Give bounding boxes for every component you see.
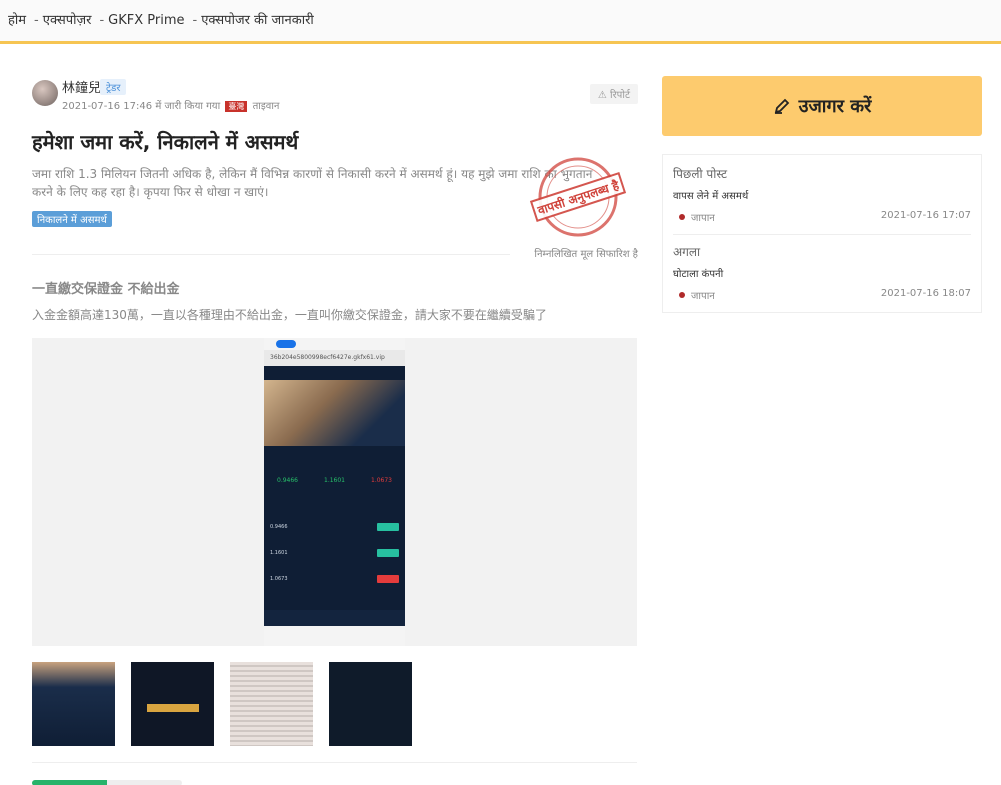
row-value: 1.1601 xyxy=(270,550,288,556)
original-title: 一直繳交保證金 不給出金 xyxy=(32,282,180,297)
phone-rows: 0.9466 1.1601 1.0673 xyxy=(264,514,405,592)
previous-post-location: जापान xyxy=(673,210,715,224)
phone-chart xyxy=(264,380,405,446)
phone-row: 1.1601 xyxy=(264,540,405,566)
thumbnail-1[interactable] xyxy=(32,662,115,746)
previous-post-date: 2021-07-16 17:07 xyxy=(880,210,971,221)
post-description: जमा राशि 1.3 मिलियन जितनी अधिक है, लेकिन… xyxy=(32,167,593,199)
recommend-note: निम्नलिखित मूल सिफारिश है xyxy=(534,249,638,260)
report-button[interactable]: ⚠ रिपोर्ट xyxy=(589,84,638,104)
warning-icon: ⚠ xyxy=(597,90,607,101)
row-chip xyxy=(377,549,399,557)
post-title: हमेशा जमा करें, निकालने में असमर्थ xyxy=(32,130,299,154)
thumbnail-2[interactable] xyxy=(131,662,214,746)
thumbnail-4[interactable] xyxy=(329,662,412,746)
row-value: 1.0673 xyxy=(270,576,288,582)
next-post-meta: जापान 2021-07-16 18:07 xyxy=(673,288,971,302)
region-flag: 臺灣 xyxy=(225,100,248,112)
row-value: 0.9466 xyxy=(270,524,288,530)
time-pill xyxy=(276,340,296,348)
next-post-location: जापान xyxy=(673,288,715,302)
breadcrumb-separator: - xyxy=(99,13,105,28)
next-post-location-text: जापान xyxy=(691,291,715,302)
expose-label: उजागर करें xyxy=(798,96,872,117)
next-post[interactable]: अगला घोटाला कंपनी जापान 2021-07-16 18:07 xyxy=(673,234,971,312)
phone-rates: 0.9466 1.1601 1.0673 xyxy=(264,460,405,500)
post-location: ताइवान xyxy=(252,101,280,112)
location-dot-icon xyxy=(679,214,685,220)
withdrawal-unavailable-stamp: वापसी अनुपलब्ध है xyxy=(529,157,627,237)
score-bar xyxy=(32,780,182,785)
rate-2: 1.1601 xyxy=(324,476,345,484)
post-navigation-card: पिछली पोस्ट वापस लेने में असमर्थ जापान 2… xyxy=(662,154,982,313)
rate-1: 0.9466 xyxy=(277,476,298,484)
report-label: रिपोर्ट xyxy=(610,90,630,101)
author-block: 林鐘兒 ट्रेडर 2021-07-16 17:46 में जारी किय… xyxy=(32,70,638,114)
avatar[interactable] xyxy=(32,80,58,106)
thumbnail-3[interactable] xyxy=(230,662,313,746)
previous-post-label: पिछली पोस्ट xyxy=(673,167,728,181)
next-post-date: 2021-07-16 18:07 xyxy=(880,288,971,299)
post-meta: 2021-07-16 17:46 में जारी किया गया 臺灣 ता… xyxy=(62,98,279,112)
phone-status-bar xyxy=(264,338,405,350)
main-image[interactable]: 36b204e5800998ecf6427e.gkfx61.vip 0.9466… xyxy=(32,338,637,646)
top-bar: होम - एक्सपोज़र - GKFX Prime - एक्सपोजर की जान… xyxy=(0,0,1001,44)
original-text: 入金金額高達130萬，一直以各種理由不給出金，一直叫你繳交保證金，請大家不要在繼… xyxy=(32,308,547,322)
next-post-label: अगला xyxy=(673,245,701,259)
rate-3: 1.0673 xyxy=(371,476,392,484)
phone-row: 1.0673 xyxy=(264,566,405,592)
pen-icon xyxy=(774,98,789,114)
sidebar: उजागर करें पिछली पोस्ट वापस लेने में असम… xyxy=(662,76,982,313)
issued-by-text: में जारी किया गया xyxy=(155,101,221,112)
breadcrumb-home[interactable]: होम xyxy=(8,13,26,28)
post-date: 2021-07-16 17:46 xyxy=(62,101,153,112)
phone-home-bar xyxy=(264,626,405,646)
author-name[interactable]: 林鐘兒 xyxy=(62,77,101,96)
divider xyxy=(32,254,510,255)
previous-post-title[interactable]: वापस लेने में असमर्थ xyxy=(673,188,971,202)
location-dot-icon xyxy=(679,292,685,298)
row-chip xyxy=(377,523,399,531)
phone-url: 36b204e5800998ecf6427e.gkfx61.vip xyxy=(264,350,405,366)
post-main: 林鐘兒 ट्रेडर 2021-07-16 17:46 में जारी किय… xyxy=(32,70,638,785)
breadcrumb: होम - एक्सपोज़र - GKFX Prime - एक्सपोजर की जान… xyxy=(8,10,318,28)
phone-row: 0.9466 xyxy=(264,514,405,540)
previous-post-meta: जापान 2021-07-16 17:07 xyxy=(673,210,971,224)
breadcrumb-separator: - xyxy=(192,13,198,28)
previous-post-location-text: जापान xyxy=(691,213,715,224)
breadcrumb-broker[interactable]: GKFX Prime xyxy=(108,13,184,28)
row-chip xyxy=(377,575,399,583)
next-post-title[interactable]: घोटाला कंपनी xyxy=(673,266,971,280)
breadcrumb-separator: - xyxy=(34,13,39,28)
expose-button[interactable]: उजागर करें xyxy=(662,76,982,136)
breadcrumb-current: एक्सपोजर की जानकारी xyxy=(201,13,314,28)
post-tag[interactable]: निकालने में असमर्थ xyxy=(32,211,112,227)
role-badge: ट्रेडर xyxy=(100,79,127,95)
breadcrumb-exposure[interactable]: एक्सपोज़र xyxy=(43,13,92,28)
divider xyxy=(32,762,637,763)
previous-post[interactable]: पिछली पोस्ट वापस लेने में असमर्थ जापान 2… xyxy=(673,165,971,234)
phone-screenshot: 36b204e5800998ecf6427e.gkfx61.vip 0.9466… xyxy=(264,338,405,646)
phone-nav xyxy=(264,610,405,626)
thumbnail-strip xyxy=(32,662,412,746)
